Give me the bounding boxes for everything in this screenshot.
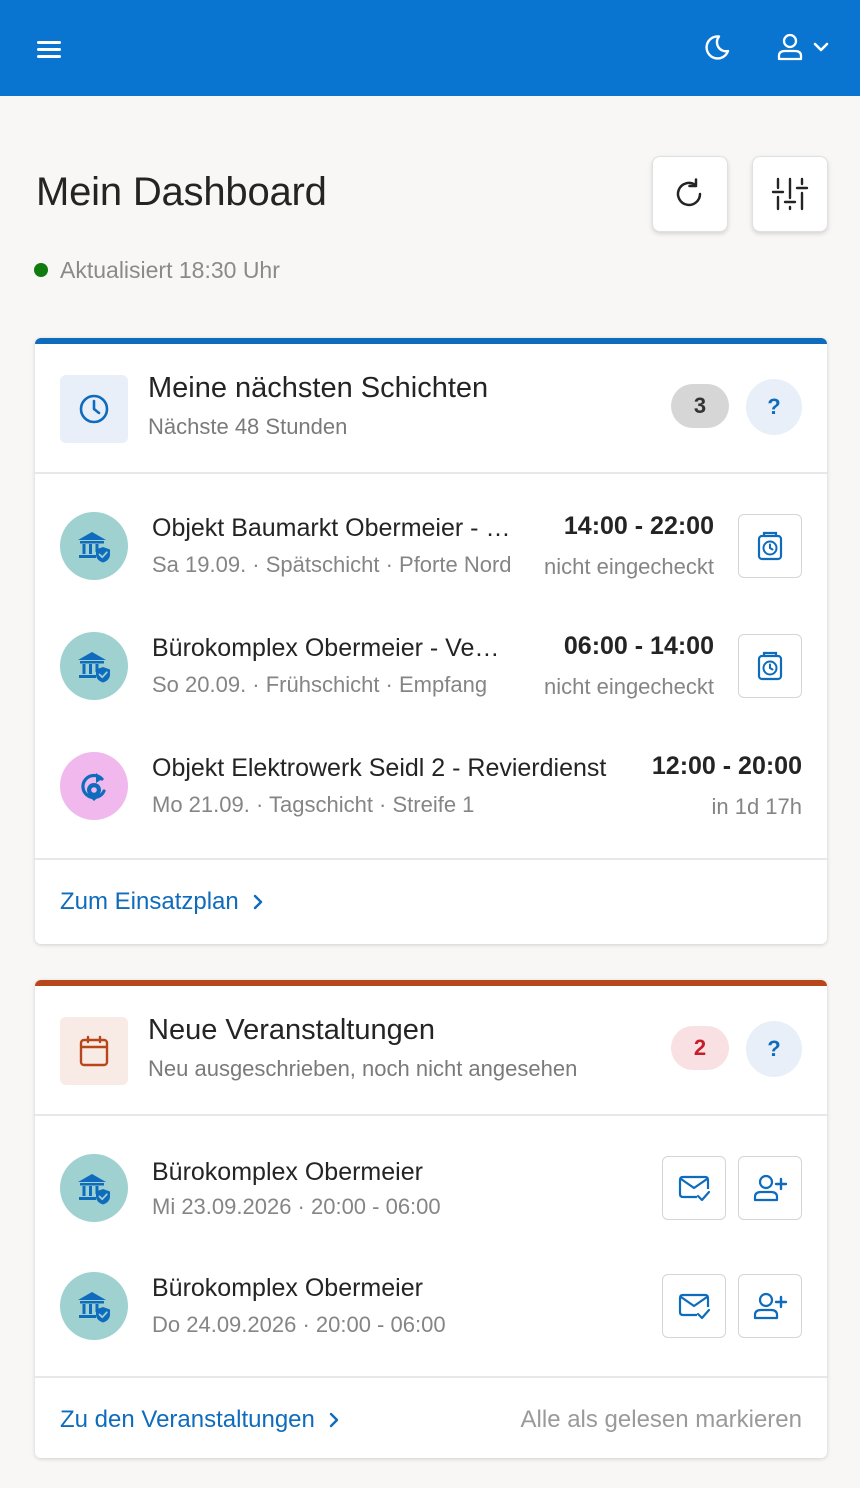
sliders-icon: [771, 177, 809, 211]
mail-check-icon: [678, 1293, 711, 1320]
app-header: [0, 0, 860, 96]
help-button[interactable]: ?: [746, 1021, 802, 1077]
update-status: Aktualisiert 18:30 Uhr: [34, 255, 280, 285]
person-icon: [777, 33, 829, 61]
shift-row[interactable]: Objekt Elektrowerk Seidl 2 - Revierdiens…: [35, 726, 827, 846]
refresh-icon: [676, 178, 702, 207]
chevron-right-icon: [253, 894, 262, 910]
event-meta: Mi 23.09.2026 · 20:00 - 06:00: [152, 1194, 441, 1219]
event-row[interactable]: Bürokomplex Obermeier Do 24.09.2026 · 20…: [35, 1244, 827, 1360]
card-footer: Zu den Veranstaltungen Alle als gelesen …: [35, 1376, 827, 1458]
person-add-icon: [753, 1174, 788, 1202]
refresh-button[interactable]: [652, 156, 728, 232]
card-title: Neue Veranstaltungen: [148, 1014, 435, 1046]
clock-in-icon: [757, 651, 783, 681]
clock-icon: [60, 375, 128, 443]
card-subtitle: Neu ausgeschrieben, noch nicht angesehen: [148, 1056, 578, 1081]
hamburger-icon[interactable]: [28, 28, 70, 70]
mark-all-read-button[interactable]: Alle als gelesen markieren: [521, 1406, 802, 1434]
clock-in-button[interactable]: [738, 634, 802, 698]
checkin-status: nicht eingecheckt: [544, 554, 714, 579]
shift-time: 06:00 - 14:00: [563, 632, 714, 660]
status-dot: [34, 263, 48, 277]
card-footer: Zum Einsatzplan: [35, 858, 827, 944]
event-title: Bürokomplex Obermeier: [152, 1274, 423, 1302]
card-title: Meine nächsten Schichten: [148, 372, 489, 404]
events-link-label: Zu den Veranstaltungen: [60, 1406, 315, 1433]
shift-title: Bürokomplex Obermeier - Verwaltung: [152, 634, 504, 662]
register-button[interactable]: [738, 1156, 802, 1220]
shift-row[interactable]: Bürokomplex Obermeier - Verwaltung So 20…: [35, 606, 827, 726]
user-menu-button[interactable]: [768, 24, 838, 70]
person-add-icon: [753, 1292, 788, 1320]
event-meta: Do 24.09.2026 · 20:00 - 06:00: [152, 1312, 446, 1337]
shift-meta: Sa 19.09. · Spätschicht · Pforte Nord: [152, 552, 512, 577]
chevron-right-icon: [329, 1412, 339, 1428]
shift-title: Objekt Baumarkt Obermeier - Hauptgebäude: [152, 514, 514, 542]
shift-title: Objekt Elektrowerk Seidl 2 - Revierdiens…: [152, 754, 607, 782]
calendar-icon: [60, 1017, 128, 1085]
shift-time: 12:00 - 20:00: [651, 752, 802, 780]
card-header: Meine nächsten Schichten Nächste 48 Stun…: [35, 344, 827, 474]
event-title: Bürokomplex Obermeier: [152, 1158, 423, 1186]
updated-text: Aktualisiert 18:30 Uhr: [60, 256, 280, 283]
shift-meta: Mo 21.09. · Tagschicht · Streife 1: [152, 792, 475, 817]
clock-in-button[interactable]: [738, 514, 802, 578]
card-subtitle: Nächste 48 Stunden: [148, 414, 348, 439]
events-card: Neue Veranstaltungen Neu ausgeschrieben,…: [35, 980, 827, 1458]
card-header: Neue Veranstaltungen Neu ausgeschrieben,…: [35, 986, 827, 1116]
shift-meta: So 20.09. · Frühschicht · Empfang: [152, 672, 488, 697]
register-button[interactable]: [738, 1274, 802, 1338]
schedule-link[interactable]: Zum Einsatzplan: [60, 888, 265, 916]
events-link[interactable]: Zu den Veranstaltungen: [60, 1406, 341, 1434]
help-button[interactable]: ?: [746, 379, 802, 435]
clock-in-icon: [757, 531, 783, 561]
event-row[interactable]: Bürokomplex Obermeier Mi 23.09.2026 · 20…: [35, 1128, 827, 1244]
page-title: Mein Dashboard: [36, 170, 327, 214]
mail-check-icon: [678, 1175, 711, 1202]
count-badge: 3: [671, 384, 729, 428]
shift-row[interactable]: Objekt Baumarkt Obermeier - Hauptgebäude…: [35, 486, 827, 606]
moon-icon[interactable]: [694, 24, 740, 70]
schedule-link-label: Zum Einsatzplan: [60, 888, 239, 915]
mark-read-button[interactable]: [662, 1156, 726, 1220]
checkin-status: nicht eingecheckt: [544, 674, 714, 699]
shift-countdown: in 1d 17h: [711, 794, 802, 819]
filter-button[interactable]: [752, 156, 828, 232]
shift-time: 14:00 - 22:00: [563, 512, 714, 540]
building-shield-icon: [60, 1154, 128, 1222]
patrol-icon: [60, 752, 128, 820]
building-shield-icon: [60, 512, 128, 580]
count-badge: 2: [671, 1026, 729, 1070]
building-shield-icon: [60, 1272, 128, 1340]
mark-read-button[interactable]: [662, 1274, 726, 1338]
building-shield-icon: [60, 632, 128, 700]
shifts-card: Meine nächsten Schichten Nächste 48 Stun…: [35, 338, 827, 944]
